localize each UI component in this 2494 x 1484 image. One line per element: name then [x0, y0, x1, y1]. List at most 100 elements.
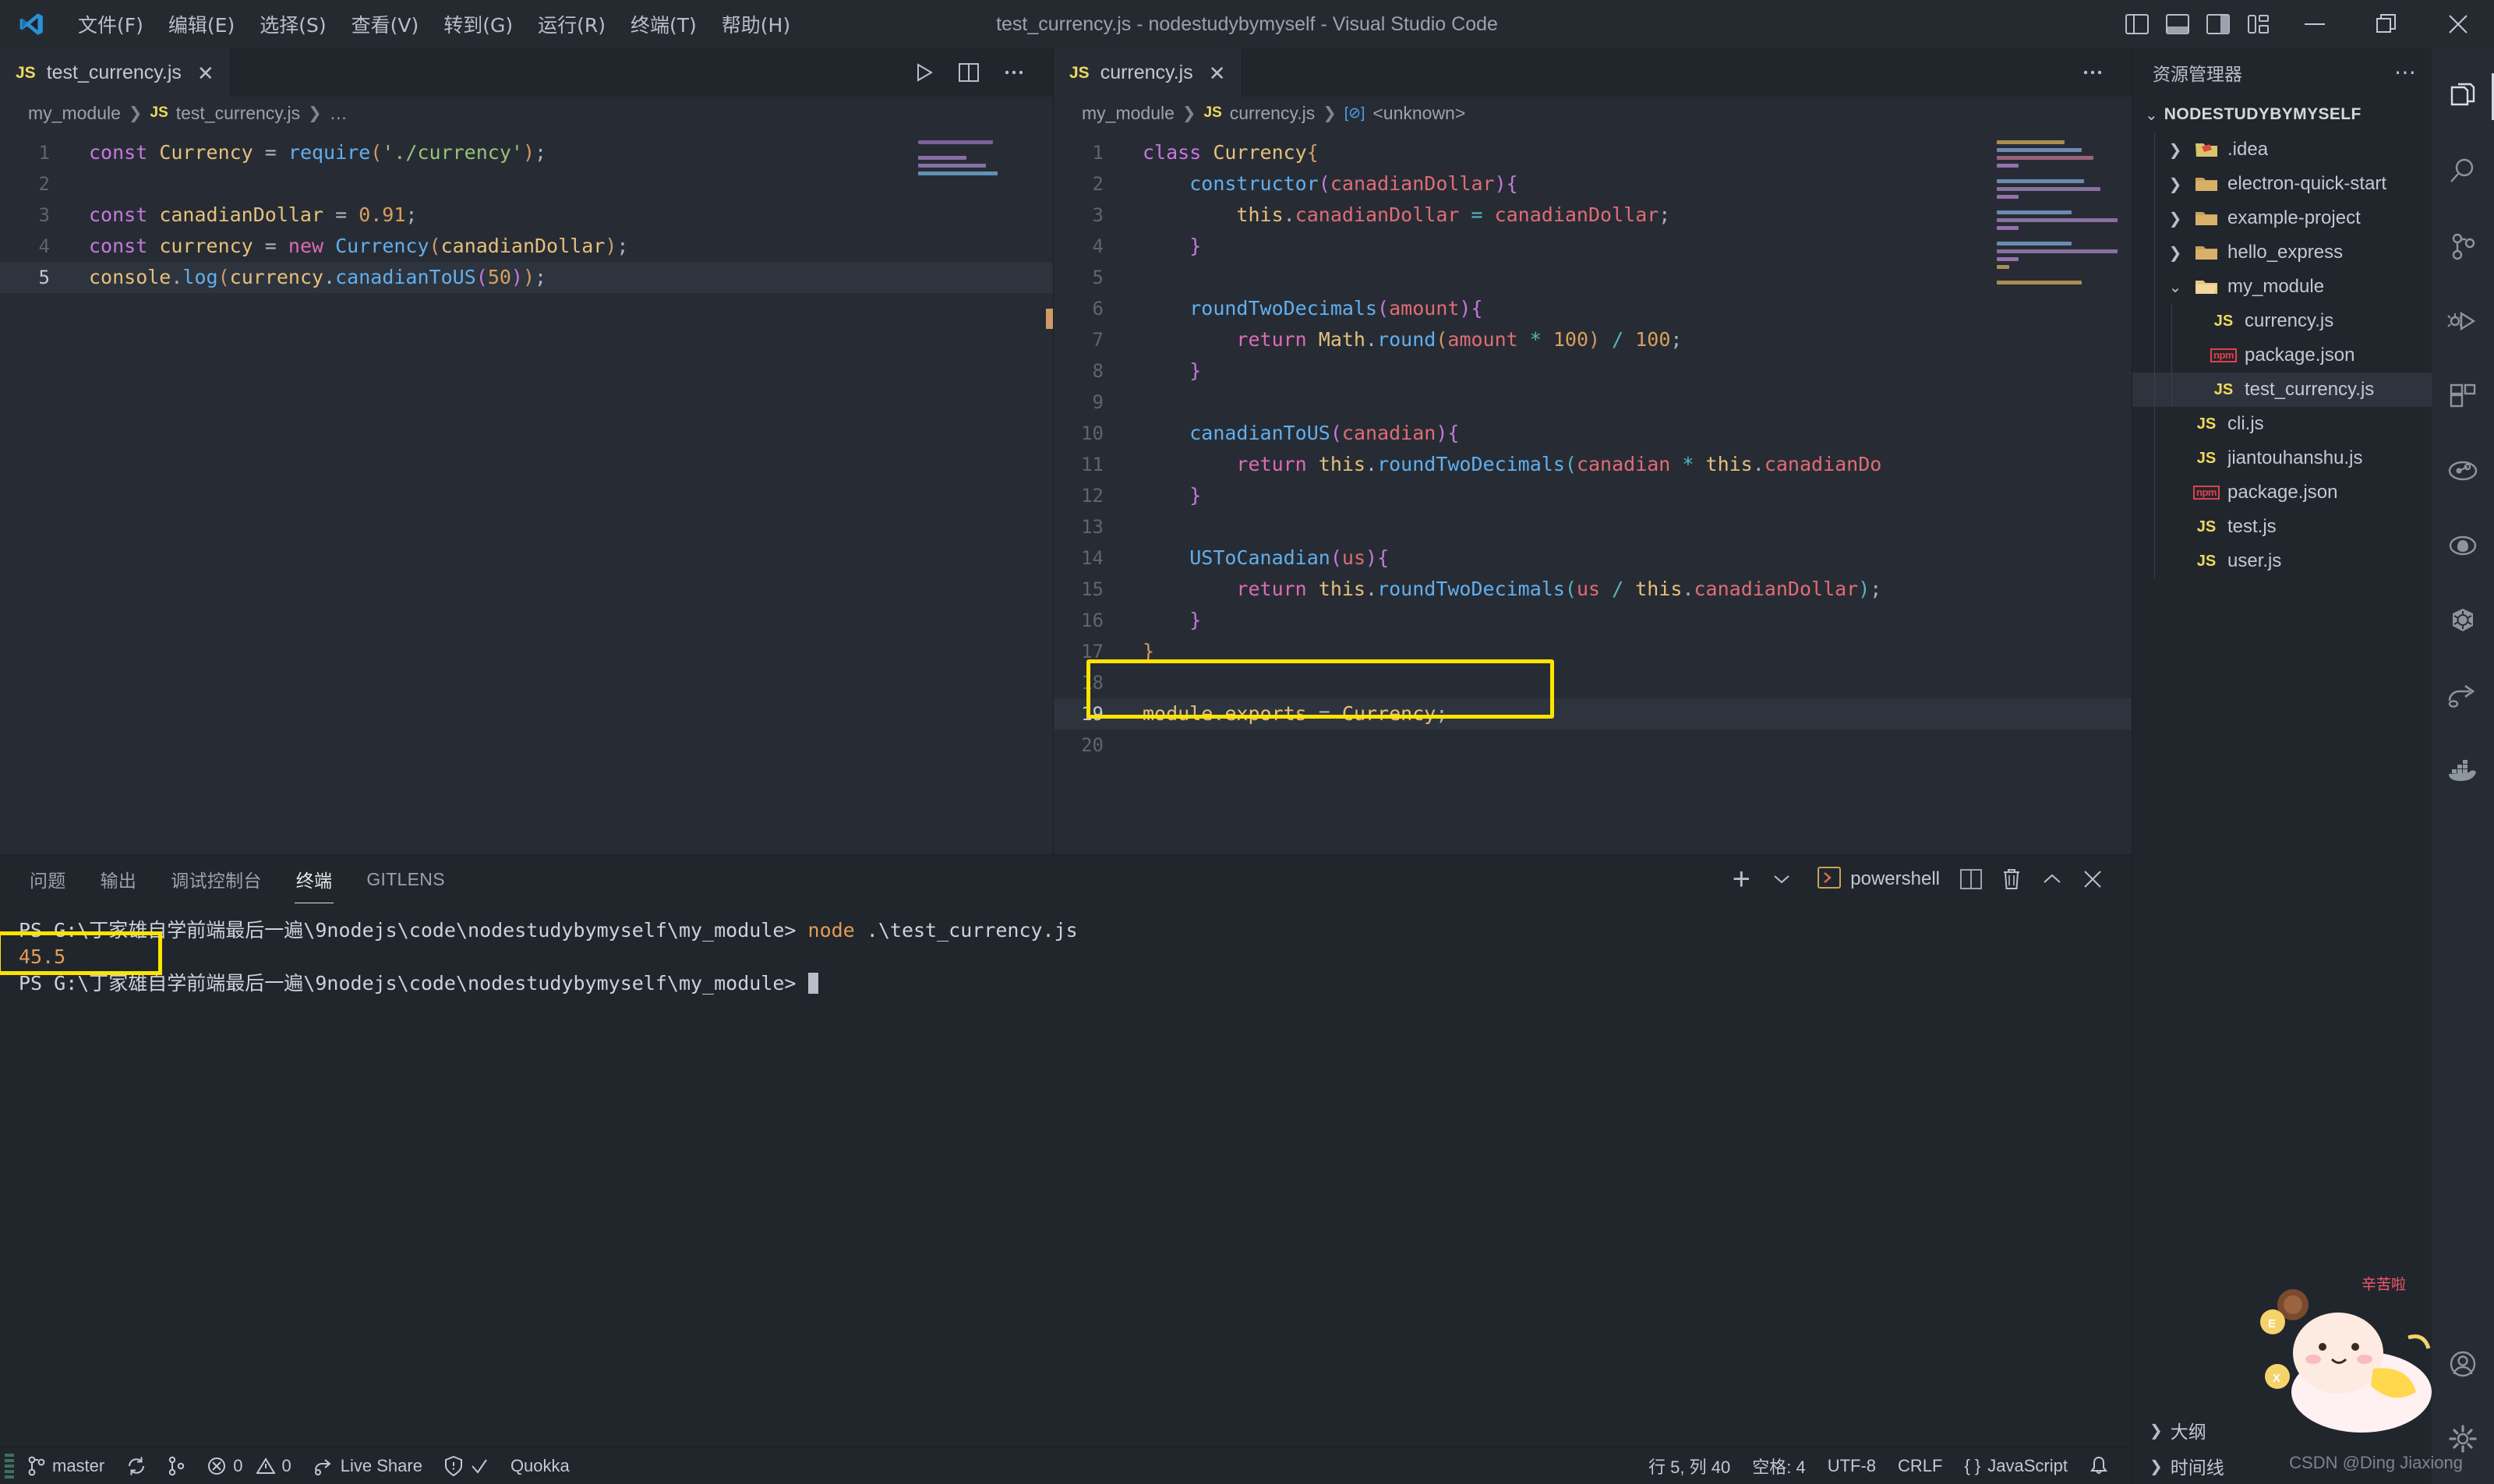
activity-run-and-debug-icon[interactable] — [2432, 284, 2494, 359]
activity-docker-icon[interactable] — [2432, 733, 2494, 807]
breadcrumb-file[interactable]: currency.js — [1230, 103, 1316, 124]
close-panel-icon[interactable] — [2074, 860, 2111, 898]
terminal-body[interactable]: PS G:\丁家雄自学前端最后一遍\9nodejs\code\nodestudy… — [0, 903, 2132, 1447]
activity-search-icon[interactable] — [2432, 134, 2494, 209]
new-terminal-icon[interactable]: + — [1722, 860, 1760, 898]
minimap-right[interactable] — [1997, 140, 2118, 288]
sidebar-section-timeline[interactable]: ❯ 时间线 — [2132, 1448, 2432, 1484]
menu-file[interactable]: 文件(F) — [65, 5, 156, 43]
tree-file-row[interactable]: JS user.js — [2132, 544, 2432, 578]
chevron-right-icon: ❯ — [2150, 1458, 2163, 1475]
menu-help[interactable]: 帮助(H) — [709, 5, 803, 43]
panel-tab-problems[interactable]: 问题 — [28, 861, 68, 897]
chevron-down-icon: ⌄ — [2145, 106, 2158, 124]
menu-edit[interactable]: 编辑(E) — [156, 5, 247, 43]
activity-explorer-icon[interactable] — [2432, 59, 2494, 134]
chevron-right-icon[interactable]: ❯ — [2165, 140, 2185, 160]
trash-icon[interactable] — [1993, 860, 2030, 898]
activity-live-share-icon[interactable] — [2432, 658, 2494, 733]
tree-file-row[interactable]: JS test_currency.js — [2132, 373, 2432, 407]
chevron-right-icon[interactable]: ❯ — [2165, 175, 2185, 194]
tree-folder-row[interactable]: ❯ hello_express — [2132, 235, 2432, 270]
tree-file-row[interactable]: npm package.json — [2132, 475, 2432, 510]
activity-kubernetes-icon[interactable] — [2432, 583, 2494, 658]
minimap-left[interactable] — [918, 140, 1039, 179]
status-indentation[interactable]: 空格: 4 — [1741, 1447, 1816, 1484]
menu-run[interactable]: 运行(R) — [525, 5, 618, 43]
panel-tab-output[interactable]: 输出 — [99, 861, 139, 897]
activity-github-icon[interactable] — [2432, 508, 2494, 583]
breadcrumb-symbol[interactable]: <unknown> — [1372, 103, 1465, 124]
close-icon[interactable]: ✕ — [1209, 63, 1226, 83]
tree-folder-row[interactable]: ❯ .idea — [2132, 132, 2432, 167]
activity-gitlens-icon[interactable] — [2432, 433, 2494, 508]
status-security[interactable] — [433, 1447, 500, 1484]
sidebar-section-outline[interactable]: ❯ 大纲 — [2132, 1412, 2432, 1448]
close-icon[interactable]: ✕ — [197, 63, 214, 83]
minimize-button[interactable] — [2279, 0, 2351, 48]
tab-currency-js[interactable]: JS currency.js ✕ — [1054, 48, 1242, 97]
breadcrumb-folder[interactable]: my_module — [28, 103, 121, 124]
status-encoding[interactable]: UTF-8 — [1817, 1447, 1887, 1484]
more-actions-icon[interactable] — [2072, 52, 2113, 93]
status-notifications[interactable] — [2079, 1447, 2119, 1484]
customize-layout-icon[interactable] — [2238, 0, 2279, 48]
run-file-icon[interactable] — [903, 52, 944, 93]
activity-settings-gear-icon[interactable] — [2432, 1401, 2494, 1476]
breadcrumb-symbol[interactable]: … — [330, 103, 348, 124]
tree-item-label: test_currency.js — [2245, 379, 2375, 400]
more-actions-icon[interactable] — [994, 52, 1034, 93]
split-terminal-icon[interactable] — [1952, 860, 1990, 898]
activity-source-control-icon[interactable] — [2432, 209, 2494, 284]
remote-indicator[interactable] — [0, 1447, 17, 1484]
status-branch[interactable]: master — [17, 1447, 115, 1484]
active-terminal-chip[interactable]: powershell — [1818, 866, 1940, 892]
tree-file-row[interactable]: npm package.json — [2132, 338, 2432, 373]
line-number: 20 — [1081, 734, 1104, 756]
status-errors-warnings[interactable]: 0 0 — [196, 1447, 302, 1484]
toggle-panel-icon[interactable] — [2157, 0, 2198, 48]
chevron-right-icon[interactable]: ❯ — [2165, 243, 2185, 263]
activity-accounts-icon[interactable] — [2432, 1327, 2494, 1401]
tree-file-row[interactable]: JS cli.js — [2132, 407, 2432, 441]
breadcrumb-folder[interactable]: my_module — [1082, 103, 1175, 124]
tree-file-row[interactable]: JS jiantouhanshu.js — [2132, 441, 2432, 475]
status-sync[interactable] — [115, 1447, 157, 1484]
status-quokka[interactable]: Quokka — [500, 1447, 581, 1484]
status-eol[interactable]: CRLF — [1887, 1447, 1953, 1484]
chevron-down-icon[interactable]: ⌄ — [2165, 277, 2185, 297]
tab-test-currency-js[interactable]: JS test_currency.js ✕ — [0, 48, 231, 97]
toggle-secondary-sidebar-icon[interactable] — [2198, 0, 2238, 48]
tree-folder-row[interactable]: ⌄ my_module — [2132, 270, 2432, 304]
chevron-down-icon[interactable] — [1763, 860, 1800, 898]
menu-terminal[interactable]: 终端(T) — [618, 5, 709, 43]
menu-view[interactable]: 查看(V) — [339, 5, 432, 43]
menu-go[interactable]: 转到(G) — [431, 5, 525, 43]
panel-tab-debug-console[interactable]: 调试控制台 — [169, 861, 263, 897]
maximize-panel-icon[interactable] — [2033, 860, 2071, 898]
tree-file-row[interactable]: JS test.js — [2132, 510, 2432, 544]
tree-folder-row[interactable]: ❯ example-project — [2132, 201, 2432, 235]
breadcrumb-file[interactable]: test_currency.js — [176, 103, 300, 124]
status-language-mode[interactable]: { } JavaScript — [1953, 1447, 2079, 1484]
tree-folder-row[interactable]: ❯ electron-quick-start — [2132, 167, 2432, 201]
chevron-right-icon[interactable]: ❯ — [2165, 209, 2185, 228]
panel-tab-gitlens[interactable]: GITLENS — [365, 864, 447, 895]
code-editor-right[interactable]: 1 class Currency{2 constructor(canadianDo… — [1054, 129, 2132, 854]
menu-selection[interactable]: 选择(S) — [247, 5, 338, 43]
toggle-primary-sidebar-icon[interactable] — [2117, 0, 2157, 48]
code-line: 19 module.exports = Currency; — [1054, 698, 2132, 730]
more-actions-icon[interactable]: ⋯ — [2394, 61, 2418, 83]
explorer-root-section[interactable]: ⌄ NODESTUDYBYMYSELF — [2132, 97, 2432, 132]
close-button[interactable] — [2422, 0, 2494, 48]
tree-file-row[interactable]: JS currency.js — [2132, 304, 2432, 338]
restore-button[interactable] — [2351, 0, 2422, 48]
activity-extensions-icon[interactable] — [2432, 359, 2494, 433]
code-editor-left[interactable]: 1 const Currency = require('./currency');… — [0, 129, 1053, 854]
panel-tab-bar: 问题 输出 调试控制台 终端 GITLENS + powershell — [0, 855, 2132, 905]
panel-tab-terminal[interactable]: 终端 — [294, 861, 334, 905]
status-gitlens[interactable] — [157, 1447, 196, 1484]
status-live-share[interactable]: Live Share — [302, 1447, 433, 1484]
status-cursor-position[interactable]: 行 5, 列 40 — [1637, 1447, 1741, 1484]
split-editor-icon[interactable] — [948, 52, 989, 93]
